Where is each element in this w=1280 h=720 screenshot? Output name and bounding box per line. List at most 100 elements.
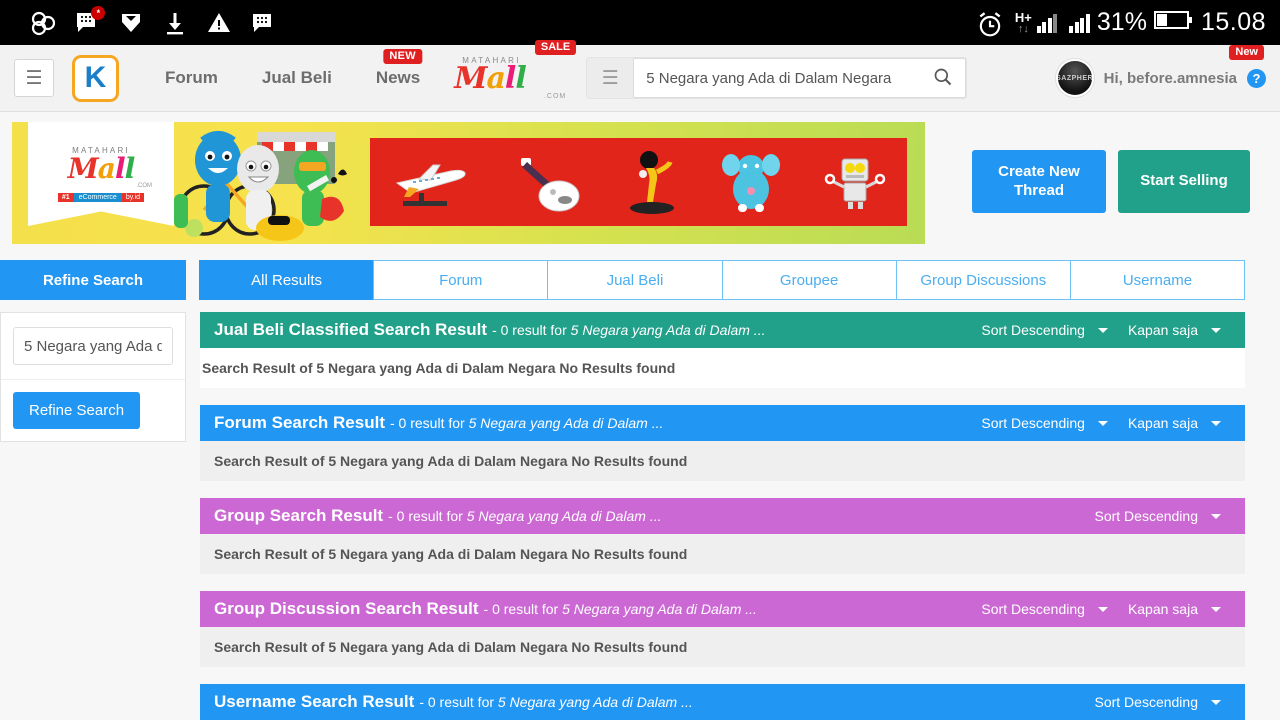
panel-title: Forum Search Result xyxy=(214,413,385,432)
page-content: Refine Search Jual Beli Classified Searc… xyxy=(0,300,1280,720)
chevron-down-icon xyxy=(1211,420,1221,426)
time-filter-dropdown[interactable]: Kapan saja xyxy=(1118,322,1231,338)
shield-icon xyxy=(118,10,144,36)
battery-icon xyxy=(1153,10,1194,35)
refine-button-wrapper: Refine Search xyxy=(1,380,185,441)
banner-tagline-ecommerce: eCommerce xyxy=(73,193,122,202)
panel-query-text: 5 Negara yang Ada di Dalam ... xyxy=(497,694,693,710)
search-submit-button[interactable] xyxy=(921,59,965,97)
create-new-thread-button[interactable]: Create New Thread xyxy=(972,150,1106,213)
sort-dropdown[interactable]: Sort Descending xyxy=(1084,694,1231,710)
time-filter-label: Kapan saja xyxy=(1127,601,1198,617)
panel-controls: Sort Descending Kapan saja xyxy=(971,601,1231,617)
main-menu-button[interactable]: ☰ xyxy=(14,59,54,97)
panel-query-text: 5 Negara yang Ada di Dalam ... xyxy=(562,601,757,617)
chevron-down-icon xyxy=(1211,606,1221,612)
banner-tagline-byid: by.id xyxy=(121,193,145,202)
search-input[interactable] xyxy=(634,69,922,87)
panel-empty-message: Search Result of 5 Negara yang Ada di Da… xyxy=(200,441,1245,481)
sort-dropdown[interactable]: Sort Descending xyxy=(1084,508,1231,524)
panel-subtitle: - 0 result for 5 Negara yang Ada di Dala… xyxy=(492,322,765,338)
status-bar-notification-icons: * xyxy=(14,5,276,36)
sort-dropdown[interactable]: Sort Descending xyxy=(971,415,1118,431)
search-icon xyxy=(933,67,953,90)
panel-controls: Sort Descending Kapan saja xyxy=(971,415,1231,431)
nav-link-news[interactable]: NEW News xyxy=(354,49,442,88)
time-filter-dropdown[interactable]: Kapan saja xyxy=(1118,601,1231,617)
tab-username[interactable]: Username xyxy=(1069,260,1246,300)
search-input-wrapper xyxy=(633,58,967,98)
panel-result-count: - 0 result for xyxy=(388,508,467,524)
avatar[interactable]: SAZPHER xyxy=(1055,59,1094,97)
panel-query-text: 5 Negara yang Ada di Dalam ... xyxy=(466,508,662,524)
header-action-buttons: Create New Thread Start Selling xyxy=(972,122,1268,213)
guitar-product-icon xyxy=(520,158,580,212)
tab-forum[interactable]: Forum xyxy=(373,260,549,300)
chat-icon xyxy=(250,10,276,36)
battery-percent-label: 31% xyxy=(1096,8,1147,36)
tab-group-discussions[interactable]: Group Discussions xyxy=(895,260,1071,300)
tab-all-results[interactable]: All Results xyxy=(199,260,375,300)
nav-link-forum[interactable]: Forum xyxy=(143,68,240,88)
hamburger-icon: ☰ xyxy=(25,67,43,89)
chevron-down-icon xyxy=(1211,327,1221,333)
panel-controls: Sort Descending Kapan saja xyxy=(971,322,1231,338)
figurine-product-icon xyxy=(630,151,675,214)
help-icon-label: ? xyxy=(1252,70,1261,86)
time-filter-dropdown[interactable]: Kapan saja xyxy=(1118,415,1231,431)
tab-groupee[interactable]: Groupee xyxy=(721,260,897,300)
panel-empty-message: Search Result of 5 Negara yang Ada di Da… xyxy=(200,627,1245,667)
refine-search-input[interactable] xyxy=(13,327,173,365)
clock-label: 15.08 xyxy=(1200,8,1266,36)
panel-forum: Forum Search Result - 0 result for 5 Neg… xyxy=(200,405,1245,481)
chevron-down-icon xyxy=(1097,327,1108,333)
panel-header: Forum Search Result - 0 result for 5 Neg… xyxy=(200,405,1245,441)
panel-controls: Sort Descending xyxy=(1084,508,1231,524)
search-tabs-row: Refine Search All Results Forum Jual Bel… xyxy=(0,260,1280,300)
sort-dropdown-label: Sort Descending xyxy=(981,322,1085,338)
search-bar: ☰ xyxy=(586,57,968,99)
panel-jual-beli-classified: Jual Beli Classified Search Result - 0 r… xyxy=(200,312,1245,388)
search-category-button[interactable]: ☰ xyxy=(587,58,633,98)
status-bar-system-indicators: H+ ↑↓ 31% 15.08 xyxy=(976,8,1266,37)
panel-result-count: - 0 result for xyxy=(483,601,563,617)
news-new-badge: NEW xyxy=(383,49,422,64)
start-selling-button[interactable]: Start Selling xyxy=(1118,150,1250,213)
sort-dropdown[interactable]: Sort Descending xyxy=(971,322,1118,338)
tab-jual-beli[interactable]: Jual Beli xyxy=(547,260,723,300)
banner-row: MATAHARI Mall .COM #1 eCommerce by.id Cr… xyxy=(0,112,1280,244)
refine-search-header[interactable]: Refine Search xyxy=(0,260,186,300)
panel-result-count: - 0 result for xyxy=(419,694,498,710)
sort-dropdown-label: Sort Descending xyxy=(981,415,1085,431)
sort-dropdown[interactable]: Sort Descending xyxy=(971,601,1118,617)
refine-input-wrapper xyxy=(1,313,185,380)
banner-logo-card: MATAHARI Mall .COM #1 eCommerce by.id xyxy=(28,122,174,226)
chevron-down-icon xyxy=(1211,513,1221,519)
google-plus-icon xyxy=(30,10,56,36)
chevron-down-icon xyxy=(1097,420,1108,426)
sale-badge: SALE xyxy=(534,39,577,55)
sort-dropdown-label: Sort Descending xyxy=(1094,508,1198,524)
time-filter-label: Kapan saja xyxy=(1127,415,1198,431)
nav-link-jual-beli[interactable]: Jual Beli xyxy=(240,68,354,88)
mataharimall-banner-ad[interactable]: MATAHARI Mall .COM #1 eCommerce by.id xyxy=(12,122,925,244)
user-area: SAZPHER Hi, before.amnesia New ? xyxy=(1055,45,1266,97)
search-results-list: Jual Beli Classified Search Result - 0 r… xyxy=(186,300,1280,720)
nav-link-news-label: News xyxy=(375,68,421,87)
kaskus-logo[interactable]: K xyxy=(72,54,119,102)
help-icon[interactable]: ? xyxy=(1247,68,1266,88)
sidebar: Refine Search xyxy=(0,300,186,720)
mataharimall-wordmark: Mall xyxy=(454,60,527,96)
panel-title: Group Search Result xyxy=(214,506,384,525)
robot-product-icon xyxy=(824,158,886,209)
panel-group: Group Search Result - 0 result for 5 Neg… xyxy=(200,498,1245,574)
panel-header: Jual Beli Classified Search Result - 0 r… xyxy=(200,312,1245,348)
panel-query-text: 5 Negara yang Ada di Dalam ... xyxy=(468,415,664,431)
android-status-bar: * H+ ↑↓ 31% 15.08 xyxy=(0,0,1280,45)
chevron-down-icon xyxy=(1097,606,1108,612)
refine-search-button[interactable]: Refine Search xyxy=(13,392,141,429)
mataharimall-logo[interactable]: MATAHARI Mall .COM SALE xyxy=(454,39,577,100)
user-greeting[interactable]: Hi, before.amnesia xyxy=(1104,70,1237,87)
sort-dropdown-label: Sort Descending xyxy=(1094,694,1198,710)
panel-subtitle: - 0 result for 5 Negara yang Ada di Dala… xyxy=(388,508,661,524)
